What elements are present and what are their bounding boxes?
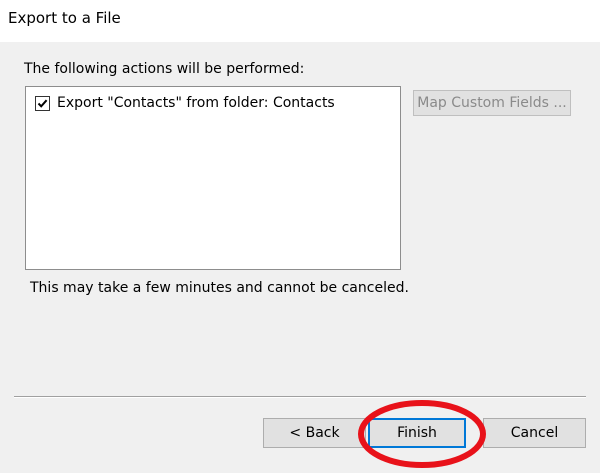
checkmark-icon — [37, 99, 48, 108]
list-item[interactable]: Export "Contacts" from folder: Contacts — [35, 93, 335, 113]
export-contacts-checkbox[interactable] — [35, 95, 50, 111]
window-title: Export to a File — [8, 9, 121, 27]
warning-note: This may take a few minutes and cannot b… — [30, 280, 409, 296]
cancel-button[interactable]: Cancel — [483, 418, 586, 448]
map-custom-fields-button[interactable]: Map Custom Fields ... — [413, 90, 571, 116]
actions-listbox[interactable]: Export "Contacts" from folder: Contacts — [25, 86, 401, 270]
title-bar: Export to a File — [0, 0, 600, 42]
footer-separator — [14, 396, 586, 398]
back-button[interactable]: < Back — [263, 418, 366, 448]
actions-header-label: The following actions will be performed: — [24, 61, 305, 77]
highlight-circle — [358, 400, 486, 468]
list-item-label: Export "Contacts" from folder: Contacts — [57, 95, 335, 111]
